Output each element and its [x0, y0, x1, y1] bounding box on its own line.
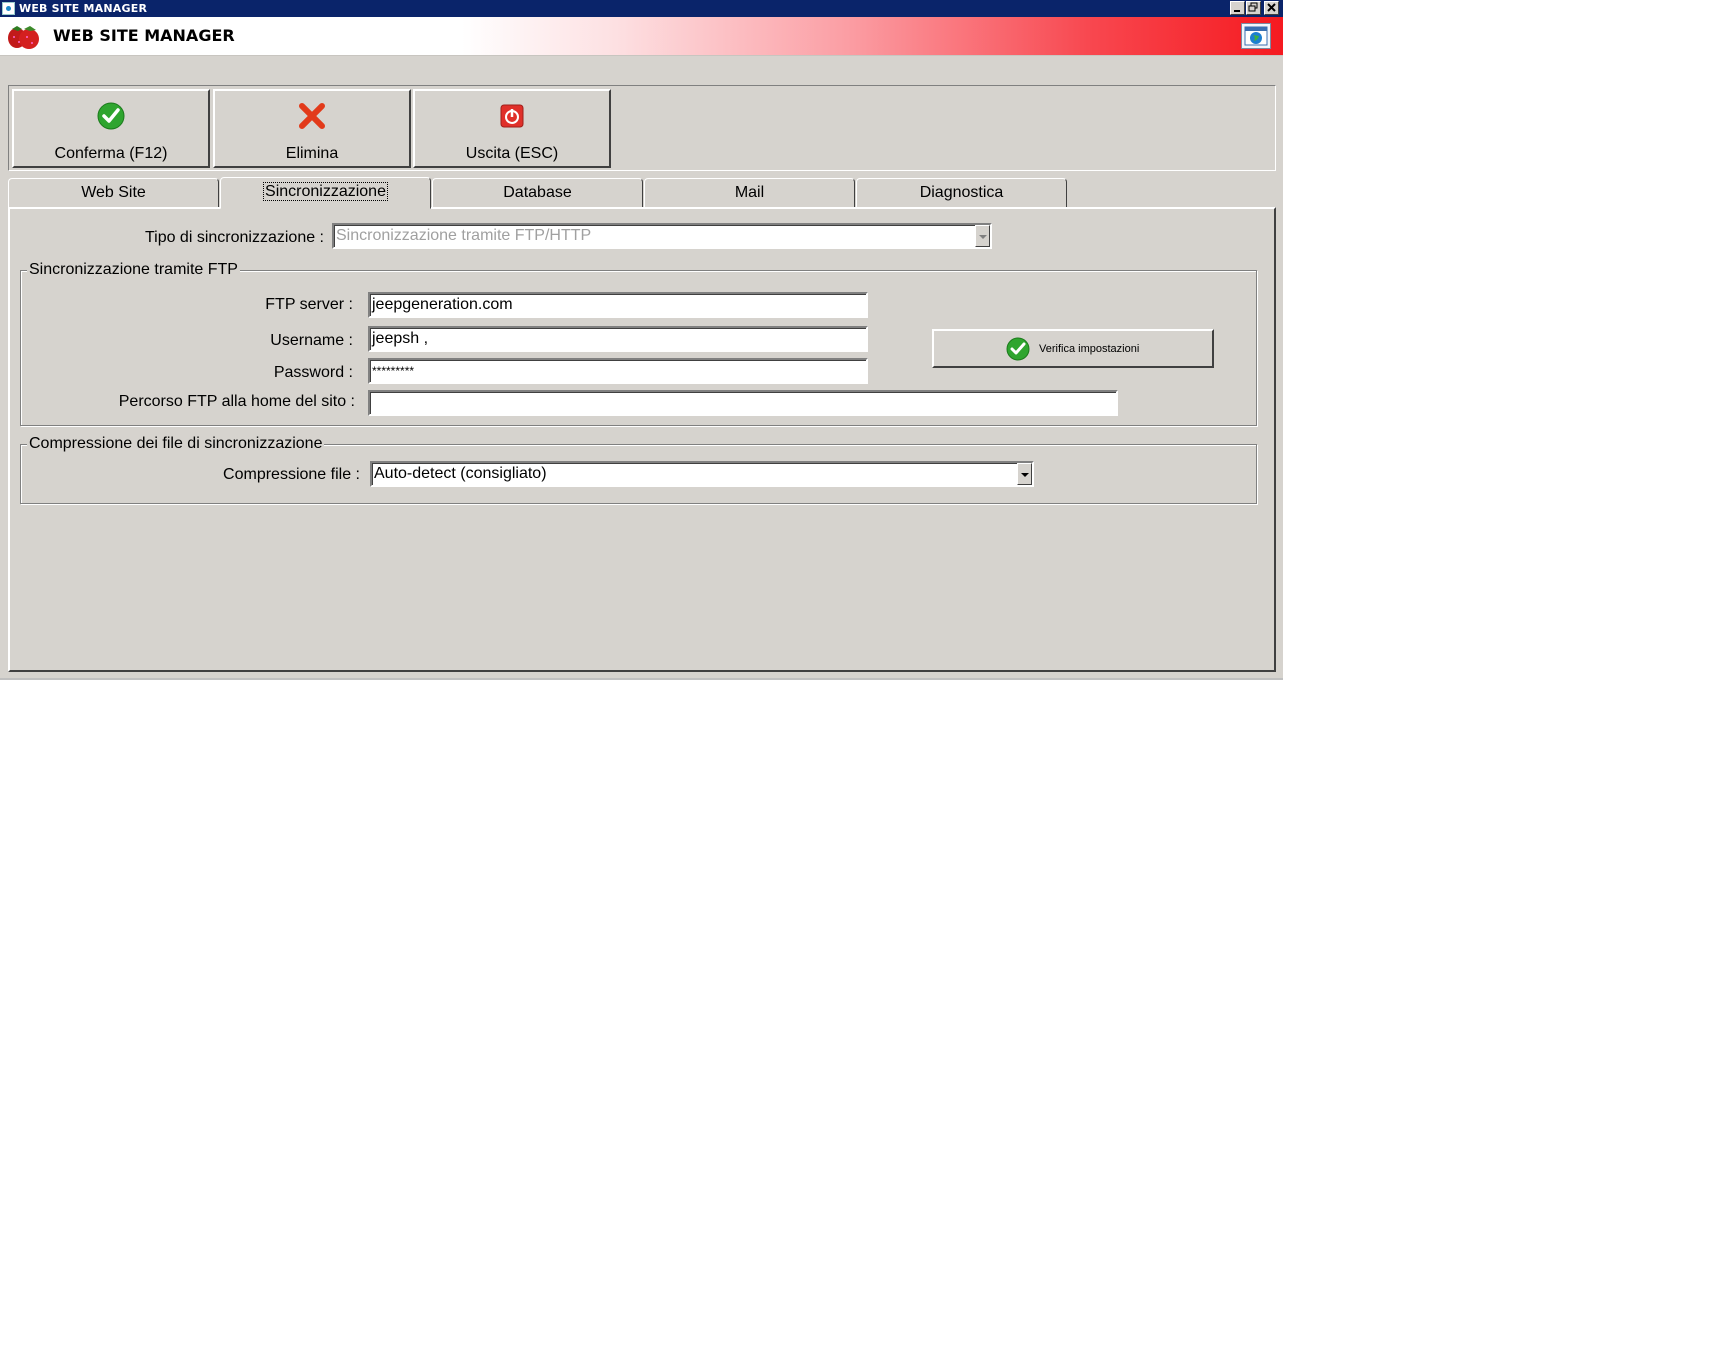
- app-title: WEB SITE MANAGER: [53, 26, 235, 45]
- exit-button[interactable]: Uscita (ESC): [413, 89, 611, 168]
- compression-select[interactable]: Auto-detect (consigliato): [370, 461, 1034, 487]
- close-icon: [1267, 3, 1276, 12]
- globe-button[interactable]: [1241, 23, 1271, 49]
- minimize-icon: [1234, 10, 1240, 12]
- confirm-button[interactable]: Conferma (F12): [12, 89, 210, 168]
- compression-group-legend: Compressione dei file di sincronizzazion…: [27, 435, 325, 453]
- globe-window-icon: [1244, 26, 1268, 46]
- ftp-group-legend: Sincronizzazione tramite FTP: [27, 261, 240, 279]
- compression-value: Auto-detect (consigliato): [374, 465, 547, 482]
- delete-button[interactable]: Elimina: [213, 89, 411, 168]
- compression-label: Compressione file :: [223, 466, 360, 483]
- tab-strip: Web Site Sincronizzazione Database Mail …: [8, 177, 1278, 209]
- tab-mail[interactable]: Mail: [644, 178, 855, 208]
- check-icon: [97, 102, 125, 130]
- sync-type-value: Sincronizzazione tramite FTP/HTTP: [336, 227, 592, 244]
- verify-settings-label: Verifica impostazioni: [1039, 343, 1140, 355]
- exit-label: Uscita (ESC): [465, 145, 559, 162]
- username-label: Username :: [270, 332, 353, 349]
- confirm-label: Conferma (F12): [54, 145, 168, 162]
- strawberry-logo-icon: [8, 26, 39, 49]
- ftp-server-label: FTP server :: [265, 296, 353, 313]
- password-input[interactable]: *********: [368, 358, 868, 384]
- ftp-path-label: Percorso FTP alla home del sito :: [118, 393, 355, 410]
- sync-type-select[interactable]: Sincronizzazione tramite FTP/HTTP: [332, 223, 992, 249]
- app-icon: [2, 2, 15, 15]
- password-label: Password :: [273, 364, 353, 381]
- ftp-path-input[interactable]: [368, 390, 1118, 416]
- chevron-down-icon[interactable]: [1017, 463, 1032, 485]
- delete-label: Elimina: [285, 145, 339, 162]
- restore-icon: [1248, 2, 1258, 12]
- check-icon: [1006, 337, 1030, 361]
- chevron-down-icon[interactable]: [975, 225, 990, 247]
- close-button[interactable]: [1264, 1, 1279, 15]
- power-icon: [500, 104, 524, 128]
- window-bottom-edge: [0, 678, 1283, 680]
- sync-type-label: Tipo di sincronizzazione :: [144, 229, 324, 246]
- delete-x-icon: [299, 103, 325, 129]
- ftp-server-input[interactable]: jeepgeneration.com: [368, 292, 868, 318]
- app-header: WEB SITE MANAGER: [0, 17, 1283, 56]
- restore-button[interactable]: [1246, 1, 1261, 15]
- tab-sincronizzazione[interactable]: Sincronizzazione: [220, 177, 431, 209]
- tab-database[interactable]: Database: [432, 178, 643, 208]
- tab-web-site[interactable]: Web Site: [8, 178, 219, 208]
- title-bar: WEB SITE MANAGER: [0, 0, 1283, 17]
- app-window: WEB SITE MANAGER WEB SITE MANAGER Confer…: [0, 0, 1283, 680]
- toolbar: Conferma (F12) Elimina Uscita (ESC): [8, 85, 1276, 171]
- username-input[interactable]: jeepsh ,: [368, 326, 868, 352]
- tab-diagnostica[interactable]: Diagnostica: [856, 178, 1067, 208]
- minimize-button[interactable]: [1230, 1, 1245, 15]
- window-title: WEB SITE MANAGER: [19, 2, 148, 15]
- verify-settings-button[interactable]: Verifica impostazioni: [932, 329, 1214, 368]
